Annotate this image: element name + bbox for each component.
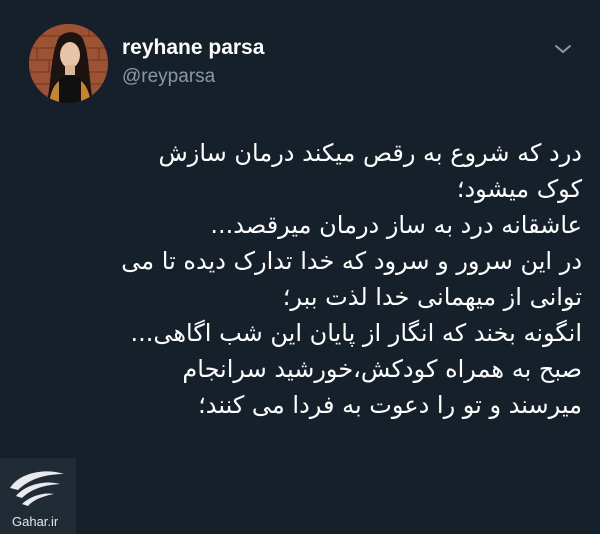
- chevron-down-icon: [554, 40, 572, 59]
- watermark-text: Gahar.ir: [12, 514, 59, 529]
- tweet-text: درد که شروع به رقص میکند درمان سازش کوک …: [17, 135, 582, 423]
- tweet-text-line: صبح به همراه کودکش،خورشید سرانجام: [182, 355, 582, 383]
- tweet-text-line: میرسند و تو را دعوت به فردا می کنند؛: [198, 391, 582, 419]
- tweet-card: reyhane parsa @reyparsa درد که شروع به ر…: [0, 0, 600, 534]
- watermark: Gahar.ir: [0, 458, 76, 534]
- tweet-menu-button[interactable]: [548, 36, 578, 62]
- tweet-text-line: توانی از میهمانی خدا لذت ببر؛: [282, 283, 582, 311]
- author-handle[interactable]: @reyparsa: [122, 64, 264, 90]
- author-name[interactable]: reyhane parsa: [122, 35, 264, 61]
- tweet-text-line: در این سرور و سرود که خدا تدارک دیده تا …: [121, 247, 582, 275]
- tweet-text-line: عاشقانه درد به ساز درمان میرقصد...: [210, 211, 582, 239]
- avatar[interactable]: [29, 24, 108, 103]
- tweet-text-line: انگونه بخند که انگار از پایان این شب اگا…: [130, 319, 583, 347]
- author-block: reyhane parsa @reyparsa: [122, 35, 264, 90]
- tweet-text-line: کوک میشود؛: [456, 175, 582, 203]
- tweet-text-line: درد که شروع به رقص میکند درمان سازش: [158, 139, 582, 167]
